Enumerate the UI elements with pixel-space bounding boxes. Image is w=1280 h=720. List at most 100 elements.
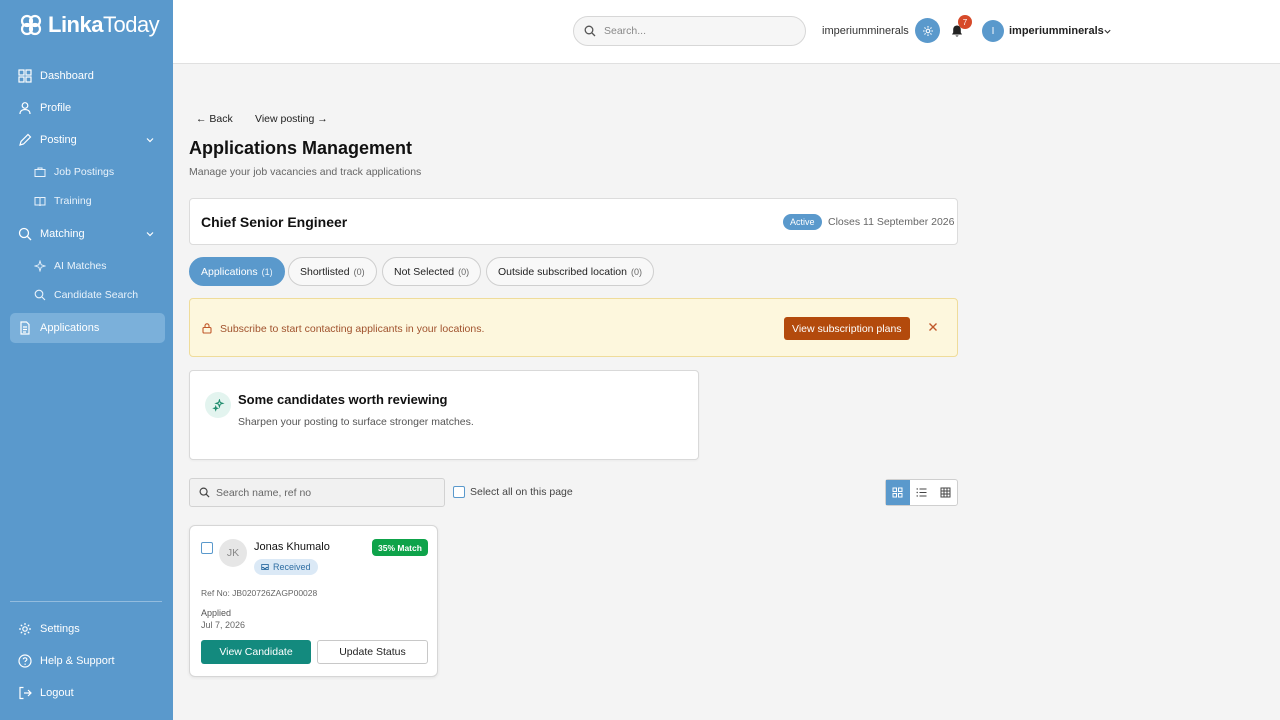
application-status-label: Received — [273, 562, 311, 572]
tab-count: (0) — [458, 266, 470, 277]
tab-applications[interactable]: Applications (1) — [189, 257, 285, 286]
sparkle-icon — [34, 260, 46, 272]
sidebar-item-job-postings[interactable]: Job Postings — [26, 157, 165, 187]
match-score-badge: 35% Match — [372, 539, 428, 556]
sidebar-item-label: Logout — [40, 687, 74, 699]
update-status-button[interactable]: Update Status — [317, 640, 428, 664]
search-icon — [34, 289, 46, 301]
sidebar: LinkaToday Dashboard Profile Posting Job… — [0, 0, 173, 720]
candidate-ref-number: Ref No: JB020726ZAGP00028 — [201, 588, 318, 598]
briefcase-icon — [34, 167, 46, 177]
page-subtitle: Manage your job vacancies and track appl… — [189, 166, 422, 178]
sidebar-divider — [10, 601, 162, 602]
tab-count: (0) — [631, 266, 642, 277]
sidebar-item-applications[interactable]: Applications — [10, 313, 165, 343]
table-icon — [940, 487, 951, 498]
applied-date: Jul 7, 2026 — [201, 620, 246, 630]
candidate-name: Jonas Khumalo — [254, 541, 330, 553]
tab-label: Applications — [201, 265, 258, 278]
global-search[interactable] — [573, 16, 806, 46]
top-bar: imperiumminerals 7 I imperiumminerals — [173, 0, 1280, 64]
sidebar-item-dashboard[interactable]: Dashboard — [10, 61, 165, 91]
user-icon — [19, 102, 31, 115]
alert-message: Subscribe to start contacting applicants… — [220, 323, 485, 335]
suggestion-subtitle: Sharpen your posting to surface stronger… — [238, 416, 474, 428]
search-icon — [199, 487, 210, 498]
user-menu-name[interactable]: imperiumminerals — [1009, 25, 1104, 37]
sidebar-item-label: Job Postings — [54, 166, 115, 178]
applicant-search[interactable] — [189, 478, 445, 507]
brand-logo[interactable]: LinkaToday — [20, 12, 160, 38]
view-candidate-button[interactable]: View Candidate — [201, 640, 311, 664]
user-avatar[interactable]: I — [982, 20, 1004, 42]
tab-label: Not Selected — [394, 265, 455, 278]
candidate-card: JK Jonas Khumalo 35% Match Received Ref … — [189, 525, 438, 677]
sidebar-item-settings[interactable]: Settings — [10, 614, 165, 644]
chevron-down-icon — [146, 232, 154, 237]
tab-label: Outside subscribed location — [498, 265, 627, 278]
view-subscription-plans-button[interactable]: View subscription plans — [784, 317, 910, 340]
sidebar-item-label: Settings — [40, 623, 80, 635]
pencil-icon — [19, 133, 32, 146]
dashboard-icon — [18, 69, 32, 83]
sidebar-item-label: Matching — [40, 228, 85, 240]
view-posting-link[interactable]: View posting → — [255, 113, 328, 125]
sidebar-item-label: AI Matches — [54, 260, 107, 272]
applied-label: Applied — [201, 608, 232, 618]
chevron-down-icon — [146, 138, 154, 143]
sidebar-item-label: Posting — [40, 134, 77, 146]
candidate-suggestion-card: Some candidates worth reviewing Sharpen … — [189, 370, 699, 460]
sidebar-item-candidate-search[interactable]: Candidate Search — [26, 280, 165, 310]
sidebar-item-training[interactable]: Training — [26, 186, 165, 216]
candidate-avatar: JK — [219, 539, 247, 567]
global-search-input[interactable] — [604, 25, 794, 37]
suggestion-title: Some candidates worth reviewing — [238, 392, 448, 407]
book-open-icon — [34, 197, 46, 207]
search-icon — [18, 227, 32, 241]
tab-label: Shortlisted — [300, 265, 350, 278]
tab-outside-subscribed-location[interactable]: Outside subscribed location (0) — [486, 257, 654, 286]
applicant-search-input[interactable] — [216, 486, 436, 499]
gear-icon — [19, 623, 31, 635]
back-link[interactable]: ← Back — [196, 113, 233, 125]
view-toggle — [885, 479, 958, 506]
sidebar-item-help-support[interactable]: Help & Support — [10, 646, 165, 676]
sidebar-item-label: Dashboard — [40, 70, 94, 82]
sidebar-item-ai-matches[interactable]: AI Matches — [26, 251, 165, 281]
candidate-select-checkbox[interactable] — [201, 542, 213, 554]
close-icon[interactable] — [927, 321, 939, 333]
logout-icon — [19, 686, 32, 700]
grid-icon — [892, 487, 903, 498]
sidebar-item-logout[interactable]: Logout — [10, 678, 165, 708]
notification-count-badge: 7 — [958, 15, 972, 29]
posting-status-badge: Active — [783, 214, 822, 230]
linkatoday-logo-icon — [20, 14, 42, 36]
select-all-control[interactable]: Select all on this page — [453, 486, 573, 498]
help-circle-icon — [18, 654, 32, 668]
list-icon — [916, 488, 927, 497]
sidebar-item-label: Training — [54, 195, 92, 207]
posting-header-card: Chief Senior Engineer Active Closes 11 S… — [189, 198, 958, 245]
sidebar-item-label: Profile — [40, 102, 72, 114]
select-all-label: Select all on this page — [470, 486, 573, 498]
sidebar-item-matching[interactable]: Matching — [10, 219, 165, 249]
document-icon — [20, 321, 30, 335]
application-status-badge: Received — [254, 559, 318, 575]
sidebar-item-profile[interactable]: Profile — [10, 93, 165, 123]
lock-icon — [202, 323, 212, 334]
sidebar-item-posting[interactable]: Posting — [10, 125, 165, 155]
select-all-checkbox[interactable] — [453, 486, 465, 498]
chevron-down-icon[interactable] — [1103, 27, 1112, 36]
tab-shortlisted[interactable]: Shortlisted (0) — [288, 257, 377, 286]
sparkle-icon — [205, 392, 231, 418]
organization-settings-button[interactable] — [915, 18, 940, 43]
table-view-button[interactable] — [933, 480, 957, 505]
posting-title: Chief Senior Engineer — [201, 214, 348, 230]
posting-close-date: Closes 11 September 2026 — [828, 216, 955, 228]
sidebar-item-label: Applications — [40, 322, 100, 334]
list-view-button[interactable] — [910, 480, 934, 505]
logo-text-primary: Linka — [48, 12, 103, 37]
tab-count: (0) — [353, 266, 365, 277]
tab-not-selected[interactable]: Not Selected (0) — [382, 257, 482, 286]
grid-view-button[interactable] — [886, 480, 910, 505]
